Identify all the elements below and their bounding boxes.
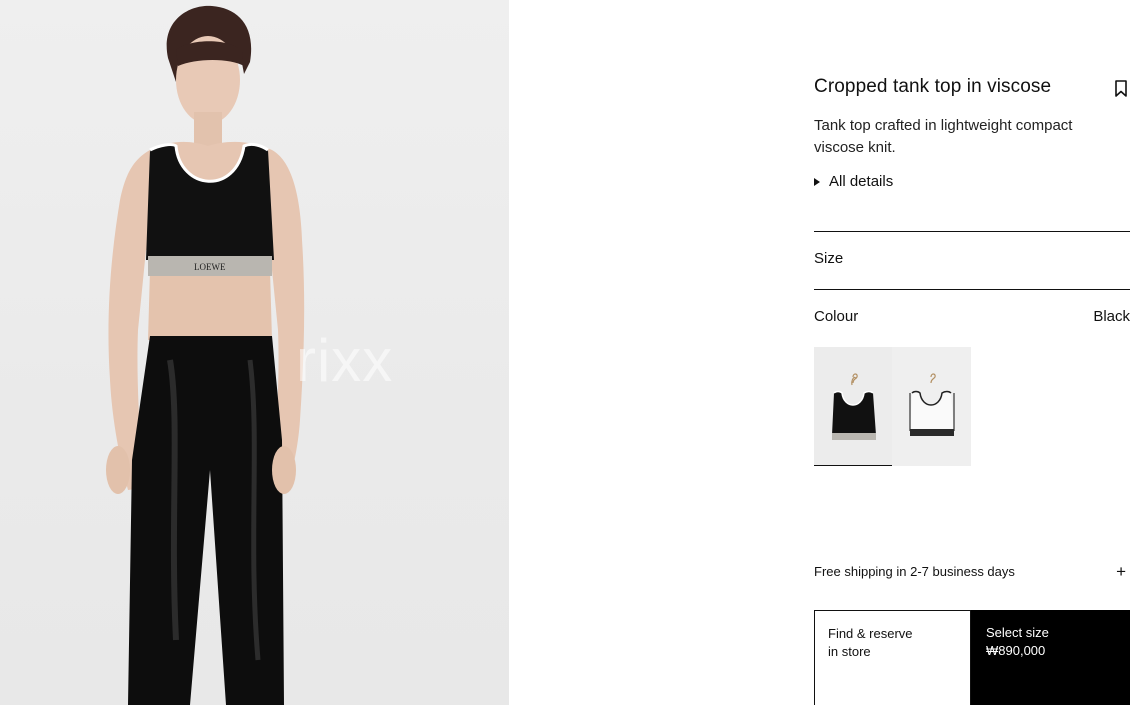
price: ₩890,000 bbox=[986, 643, 1046, 658]
product-info-panel: Cropped tank top in viscose Tank top cra… bbox=[814, 0, 1130, 705]
model-illustration: LOEWE bbox=[106, 5, 305, 705]
swatch-white-thumbnail bbox=[909, 373, 955, 436]
triangle-right-icon bbox=[814, 177, 820, 186]
all-details-toggle[interactable]: All details bbox=[814, 173, 893, 190]
size-selector[interactable]: Size bbox=[814, 250, 1130, 267]
divider bbox=[814, 289, 1130, 290]
svg-text:LOEWE: LOEWE bbox=[194, 262, 226, 272]
select-size-label: Select size bbox=[986, 625, 1049, 640]
shipping-info-toggle[interactable]: Free shipping in 2-7 business days + bbox=[814, 562, 1130, 581]
all-details-label: All details bbox=[829, 173, 894, 190]
divider bbox=[814, 231, 1130, 232]
product-title: Cropped tank top in viscose bbox=[814, 76, 1052, 97]
colour-selected-value: Black bbox=[1093, 308, 1130, 325]
find-store-line1: Find & reserve bbox=[828, 626, 913, 641]
find-reserve-store-button[interactable]: Find & reserve in store bbox=[814, 610, 971, 705]
product-description: Tank top crafted in lightweight compact … bbox=[814, 117, 1073, 156]
size-label: Size bbox=[814, 250, 844, 267]
plus-icon: + bbox=[1116, 562, 1126, 581]
select-size-button[interactable]: Select size ₩890,000 bbox=[971, 610, 1130, 705]
watermark: rixx bbox=[296, 327, 394, 394]
shipping-label: Free shipping in 2-7 business days bbox=[814, 564, 1015, 579]
product-photo: LOEWE rixx bbox=[0, 0, 509, 705]
bookmark-icon[interactable] bbox=[1114, 80, 1128, 98]
swatch-black-thumbnail bbox=[832, 373, 876, 440]
colour-label: Colour bbox=[814, 308, 859, 325]
colour-swatch-white[interactable] bbox=[892, 347, 971, 466]
colour-swatch-black[interactable] bbox=[814, 347, 893, 466]
find-store-line2: in store bbox=[828, 644, 871, 659]
